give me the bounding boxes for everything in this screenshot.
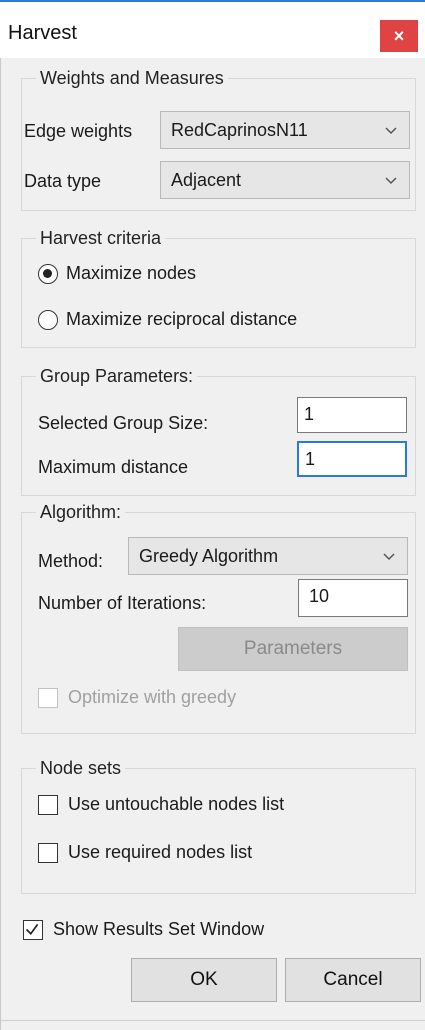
maximize-distance-label[interactable]: Maximize reciprocal distance [66, 309, 297, 330]
weights-legend: Weights and Measures [36, 68, 228, 88]
criteria-group: Harvest criteria Maximize nodes Maximize… [21, 228, 416, 348]
iterations-label: Number of Iterations: [38, 593, 207, 613]
group-size-label: Selected Group Size: [38, 413, 209, 433]
check-icon [25, 923, 39, 936]
criteria-legend: Harvest criteria [36, 228, 166, 248]
max-distance-label: Maximum distance [38, 457, 189, 477]
show-results-checkbox[interactable] [23, 920, 43, 940]
show-results-label: Show Results Set Window [53, 919, 265, 939]
node-sets-group: Node sets Use untouchable nodes list Use… [21, 758, 416, 894]
required-label: Use required nodes list [68, 842, 253, 862]
chevron-down-icon [385, 177, 397, 185]
node-sets-legend: Node sets [36, 758, 126, 778]
chevron-down-icon [385, 127, 397, 135]
edge-weights-dropdown[interactable]: RedCaprinosN11 [160, 111, 410, 149]
untouchable-label: Use untouchable nodes list [68, 794, 285, 814]
group-params-group: Group Parameters: Selected Group Size: 1… [21, 366, 416, 496]
cancel-button[interactable]: Cancel [285, 958, 421, 1002]
method-dropdown[interactable]: Greedy Algorithm [128, 537, 408, 575]
data-type-dropdown[interactable]: Adjacent [160, 161, 410, 199]
window-title: Harvest [8, 22, 77, 44]
dialog-body: Weights and Measures Edge weights RedCap… [0, 58, 425, 1030]
algorithm-group: Algorithm: Method: Greedy Algorithm Numb… [21, 502, 416, 734]
edge-weights-label: Edge weights [24, 121, 133, 141]
optimize-greedy-label: Optimize with greedy [68, 687, 237, 707]
parameters-button[interactable]: Parameters [178, 627, 408, 671]
data-type-label: Data type [24, 171, 102, 191]
chevron-down-icon [383, 553, 395, 561]
close-icon: × [393, 25, 405, 46]
method-value: Greedy Algorithm [139, 546, 279, 566]
required-checkbox[interactable] [38, 843, 58, 863]
algorithm-legend: Algorithm: [36, 502, 126, 522]
ok-button[interactable]: OK [131, 958, 277, 1002]
optimize-greedy-checkbox[interactable] [38, 688, 58, 708]
iterations-value: 10 [309, 586, 330, 606]
untouchable-checkbox[interactable] [38, 795, 58, 815]
max-distance-input[interactable]: 1 [297, 441, 407, 477]
bottom-divider [1, 1020, 425, 1021]
weights-group: Weights and Measures Edge weights RedCap… [21, 68, 416, 211]
data-type-value: Adjacent [171, 170, 242, 190]
group-size-input[interactable]: 1 [297, 397, 407, 433]
close-button[interactable]: × [380, 20, 418, 52]
maximize-distance-radio[interactable] [38, 310, 58, 330]
maximize-nodes-label[interactable]: Maximize nodes [66, 263, 196, 284]
iterations-input[interactable]: 10 [298, 579, 408, 617]
maximize-nodes-radio[interactable] [38, 264, 58, 284]
method-label: Method: [38, 551, 104, 571]
max-distance-value: 1 [305, 449, 316, 469]
group-params-legend: Group Parameters: [36, 366, 198, 386]
edge-weights-value: RedCaprinosN11 [171, 120, 308, 140]
group-size-value: 1 [304, 404, 315, 424]
